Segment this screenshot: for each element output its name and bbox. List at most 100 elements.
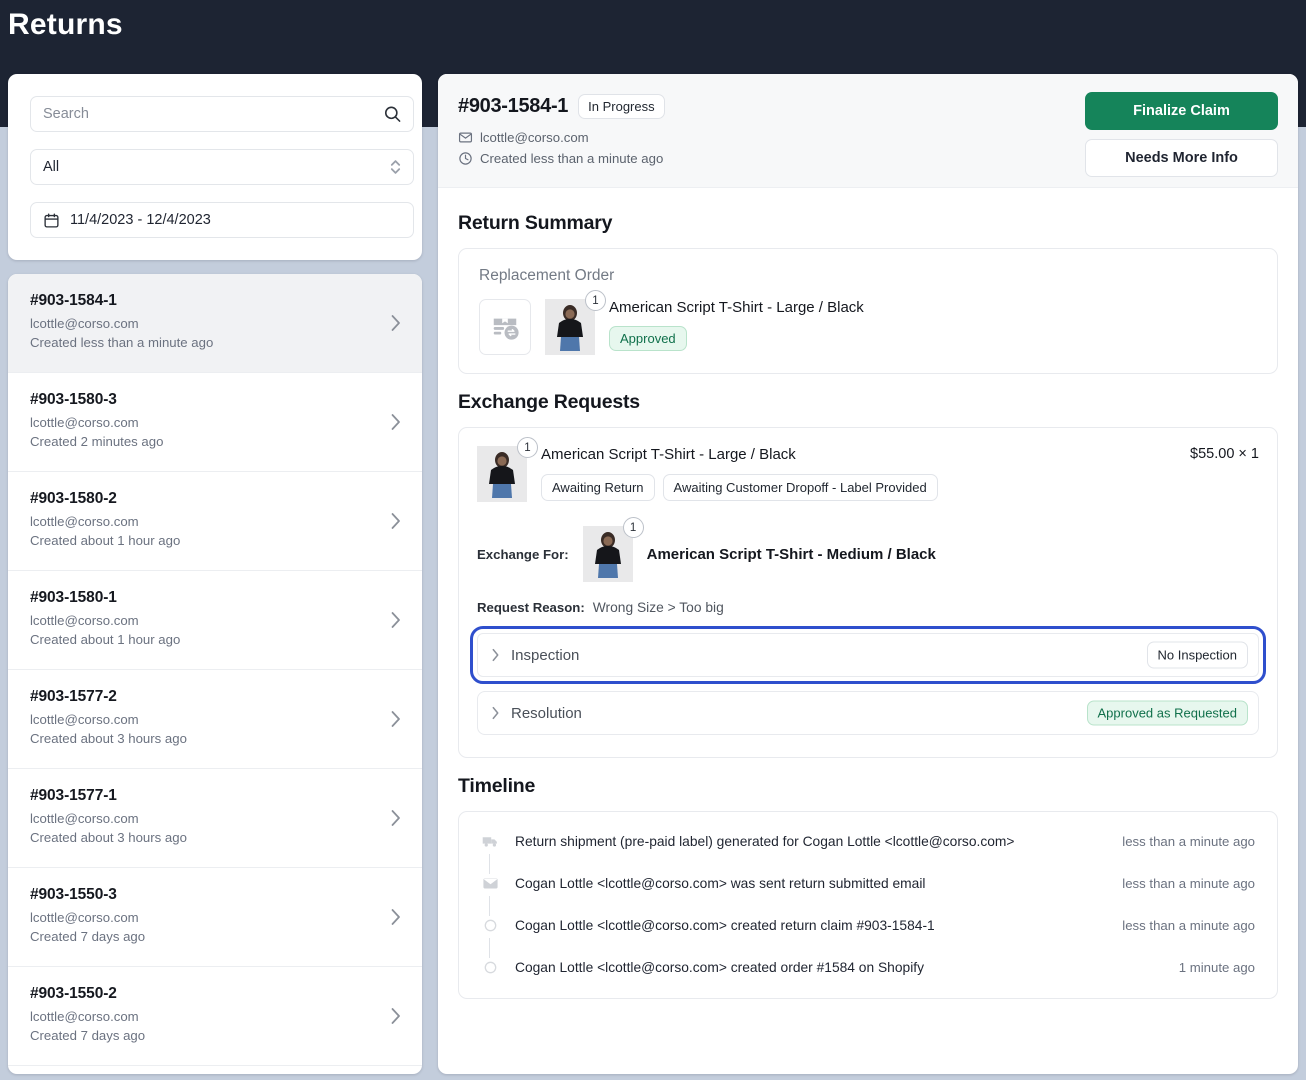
list-item[interactable]: #903-1550-3 lcottle@corso.com Created 7 … (8, 868, 422, 967)
timeline-entry: Return shipment (pre-paid label) generat… (459, 820, 1277, 862)
claim-email: lcottle@corso.com (30, 415, 400, 430)
search-input[interactable]: Search (30, 96, 414, 132)
list-item[interactable]: #903-1580-1 lcottle@corso.com Created ab… (8, 571, 422, 670)
chevron-right-icon (389, 808, 402, 828)
list-item[interactable]: #903-1577-2 lcottle@corso.com Created ab… (8, 670, 422, 769)
finalize-claim-button[interactable]: Finalize Claim (1085, 92, 1278, 130)
chevron-right-icon (490, 705, 501, 721)
returns-page: Returns Search All (0, 0, 1306, 1080)
claim-created: Created 2 minutes ago (30, 434, 400, 449)
truck-icon (479, 833, 501, 850)
resolution-label: Resolution (511, 705, 582, 722)
claim-detail-body: Return Summary Replacement Order (438, 188, 1298, 999)
package-exchange-icon (479, 299, 531, 355)
claims-list: #903-1584-1 lcottle@corso.com Created le… (8, 274, 422, 1074)
inspection-label: Inspection (511, 647, 579, 664)
chevron-right-icon (490, 647, 501, 663)
date-range-picker[interactable]: 11/4/2023 - 12/4/2023 (30, 202, 414, 238)
claim-id: #903-1550-3 (30, 886, 400, 904)
claim-email: lcottle@corso.com (30, 316, 400, 331)
replacement-order-panel: Replacement Order (458, 248, 1278, 374)
search-input-placeholder: Search (43, 106, 89, 122)
inspection-accordion[interactable]: Inspection No Inspection (477, 633, 1259, 677)
quantity-badge: 1 (623, 517, 644, 538)
approved-badge: Approved (609, 326, 687, 351)
replacement-order-label: Replacement Order (479, 267, 1257, 285)
timeline-text: Cogan Lottle <lcottle@corso.com> was sen… (515, 876, 925, 891)
clock-icon (458, 151, 473, 166)
chevron-right-icon (389, 610, 402, 630)
list-item[interactable]: #903-1580-2 lcottle@corso.com Created ab… (8, 472, 422, 571)
list-item[interactable]: #903-1550-2 lcottle@corso.com Created 7 … (8, 967, 422, 1066)
list-item[interactable]: #903-1580-3 lcottle@corso.com Created 2 … (8, 373, 422, 472)
circle-icon (479, 961, 501, 974)
claim-created: Created about 3 hours ago (30, 830, 400, 845)
timeline-text: Cogan Lottle <lcottle@corso.com> created… (515, 918, 935, 933)
claim-id: #903-1580-1 (30, 589, 400, 607)
claim-created: Created about 1 hour ago (30, 533, 400, 548)
claim-email: lcottle@corso.com (30, 712, 400, 727)
exchange-requests-title: Exchange Requests (458, 391, 1278, 414)
status-filter-select[interactable]: All (30, 149, 414, 185)
claim-detail-panel: #903-1584-1 In Progress lcottle@corso.co… (438, 74, 1298, 1074)
quantity-badge: 1 (585, 290, 606, 311)
product-name: American Script T-Shirt - Large / Black (609, 299, 864, 316)
page-title: Returns (8, 8, 123, 42)
claim-id: #903-1580-3 (30, 391, 400, 409)
status-chip: Awaiting Customer Dropoff - Label Provid… (663, 474, 938, 501)
chevron-right-icon (389, 511, 402, 531)
chevron-right-icon (389, 1006, 402, 1026)
list-item[interactable]: #903-1584-1 lcottle@corso.com Created le… (8, 274, 422, 373)
chevron-updown-icon (389, 158, 402, 177)
claim-detail-header: #903-1584-1 In Progress lcottle@corso.co… (438, 74, 1298, 188)
claim-id: #903-1550-2 (30, 985, 400, 1003)
claim-created: Created about 1 hour ago (30, 632, 400, 647)
status-chip: Awaiting Return (541, 474, 655, 501)
claim-id: #903-1584-1 (30, 292, 400, 310)
timeline-time: 1 minute ago (1179, 960, 1255, 975)
claim-created: Created about 3 hours ago (30, 731, 400, 746)
claim-created: Created less than a minute ago (30, 335, 400, 350)
timeline-panel: Return shipment (pre-paid label) generat… (458, 811, 1278, 999)
search-icon (383, 105, 402, 124)
inspection-badge: No Inspection (1147, 642, 1249, 669)
claim-email: lcottle@corso.com (30, 514, 400, 529)
timeline-entry: Cogan Lottle <lcottle@corso.com> created… (459, 946, 1277, 988)
detail-claim-id: #903-1584-1 (458, 95, 568, 118)
filters-card: Search All 11/4/2023 - 12/4/ (8, 74, 422, 260)
claim-email: lcottle@corso.com (30, 613, 400, 628)
claim-id: #903-1577-2 (30, 688, 400, 706)
claim-id: #903-1577-1 (30, 787, 400, 805)
status-filter-value: All (43, 159, 59, 175)
claim-created: Created 7 days ago (30, 1028, 400, 1043)
chevron-right-icon (389, 907, 402, 927)
detail-created: Created less than a minute ago (480, 151, 663, 166)
needs-more-info-button[interactable]: Needs More Info (1085, 139, 1278, 177)
claim-email: lcottle@corso.com (30, 811, 400, 826)
timeline-entry: Cogan Lottle <lcottle@corso.com> created… (459, 904, 1277, 946)
timeline-text: Return shipment (pre-paid label) generat… (515, 834, 1014, 849)
request-reason-label: Request Reason: (477, 600, 585, 615)
status-badge: In Progress (578, 94, 664, 119)
resolution-accordion[interactable]: Resolution Approved as Requested (477, 691, 1259, 735)
timeline-time: less than a minute ago (1122, 918, 1255, 933)
envelope-icon (479, 875, 501, 892)
quantity-badge: 1 (517, 437, 538, 458)
return-summary-title: Return Summary (458, 212, 1278, 235)
exchange-for-label: Exchange For: (477, 547, 569, 562)
resolution-badge: Approved as Requested (1087, 701, 1248, 726)
claim-id: #903-1580-2 (30, 490, 400, 508)
claim-email: lcottle@corso.com (30, 910, 400, 925)
circle-icon (479, 919, 501, 932)
date-range-value: 11/4/2023 - 12/4/2023 (70, 212, 211, 228)
product-name: American Script T-Shirt - Large / Black (541, 446, 1176, 463)
timeline-title: Timeline (458, 775, 1278, 798)
timeline-time: less than a minute ago (1122, 876, 1255, 891)
request-reason-value: Wrong Size > Too big (593, 600, 724, 615)
claim-email: lcottle@corso.com (30, 1009, 400, 1024)
list-item[interactable]: #903-1577-1 lcottle@corso.com Created ab… (8, 769, 422, 868)
chevron-right-icon (389, 412, 402, 432)
chevron-right-icon (389, 709, 402, 729)
timeline-time: less than a minute ago (1122, 834, 1255, 849)
claim-created: Created 7 days ago (30, 929, 400, 944)
